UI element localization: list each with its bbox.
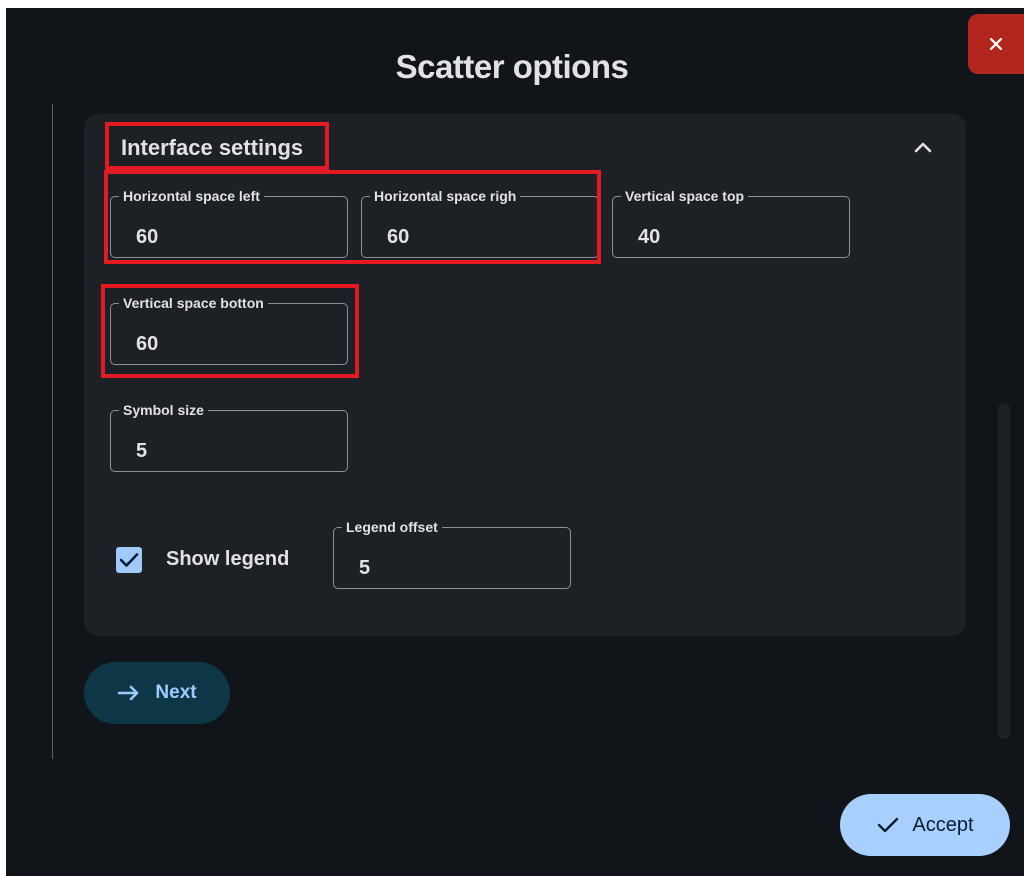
scrollbar[interactable] [998,403,1010,739]
horizontal-space-left-input[interactable] [111,197,347,257]
accept-button[interactable]: Accept [840,794,1010,856]
stepper-line [52,104,53,759]
symbol-size-input[interactable] [111,411,347,471]
vertical-space-top-input[interactable] [613,197,849,257]
checkmark-icon [119,553,139,567]
next-button-label: Next [155,682,197,703]
show-legend-label[interactable]: Show legend [166,548,289,571]
accept-button-label: Accept [912,813,974,836]
arrow-right-icon [118,685,139,701]
legend-offset-input[interactable] [334,528,570,588]
horizontal-space-left-field[interactable]: Horizontal space left [110,187,348,258]
horizontal-space-right-input[interactable] [362,197,598,257]
horizontal-space-right-field[interactable]: Horizontal space righ [361,187,599,258]
show-legend-checkbox[interactable] [116,547,142,573]
vertical-space-bottom-input[interactable] [111,304,347,364]
checkmark-icon [878,817,899,833]
vertical-space-bottom-field[interactable]: Vertical space botton [110,294,348,365]
chevron-up-icon [914,142,932,153]
vertical-space-top-field[interactable]: Vertical space top [612,187,850,258]
section-title[interactable]: Interface settings [121,135,303,161]
legend-offset-field[interactable]: Legend offset [333,518,571,589]
symbol-size-field[interactable]: Symbol size [110,401,348,472]
dialog-title: Scatter options [395,48,629,85]
collapse-button[interactable] [912,138,934,156]
next-button[interactable]: Next [84,662,230,724]
